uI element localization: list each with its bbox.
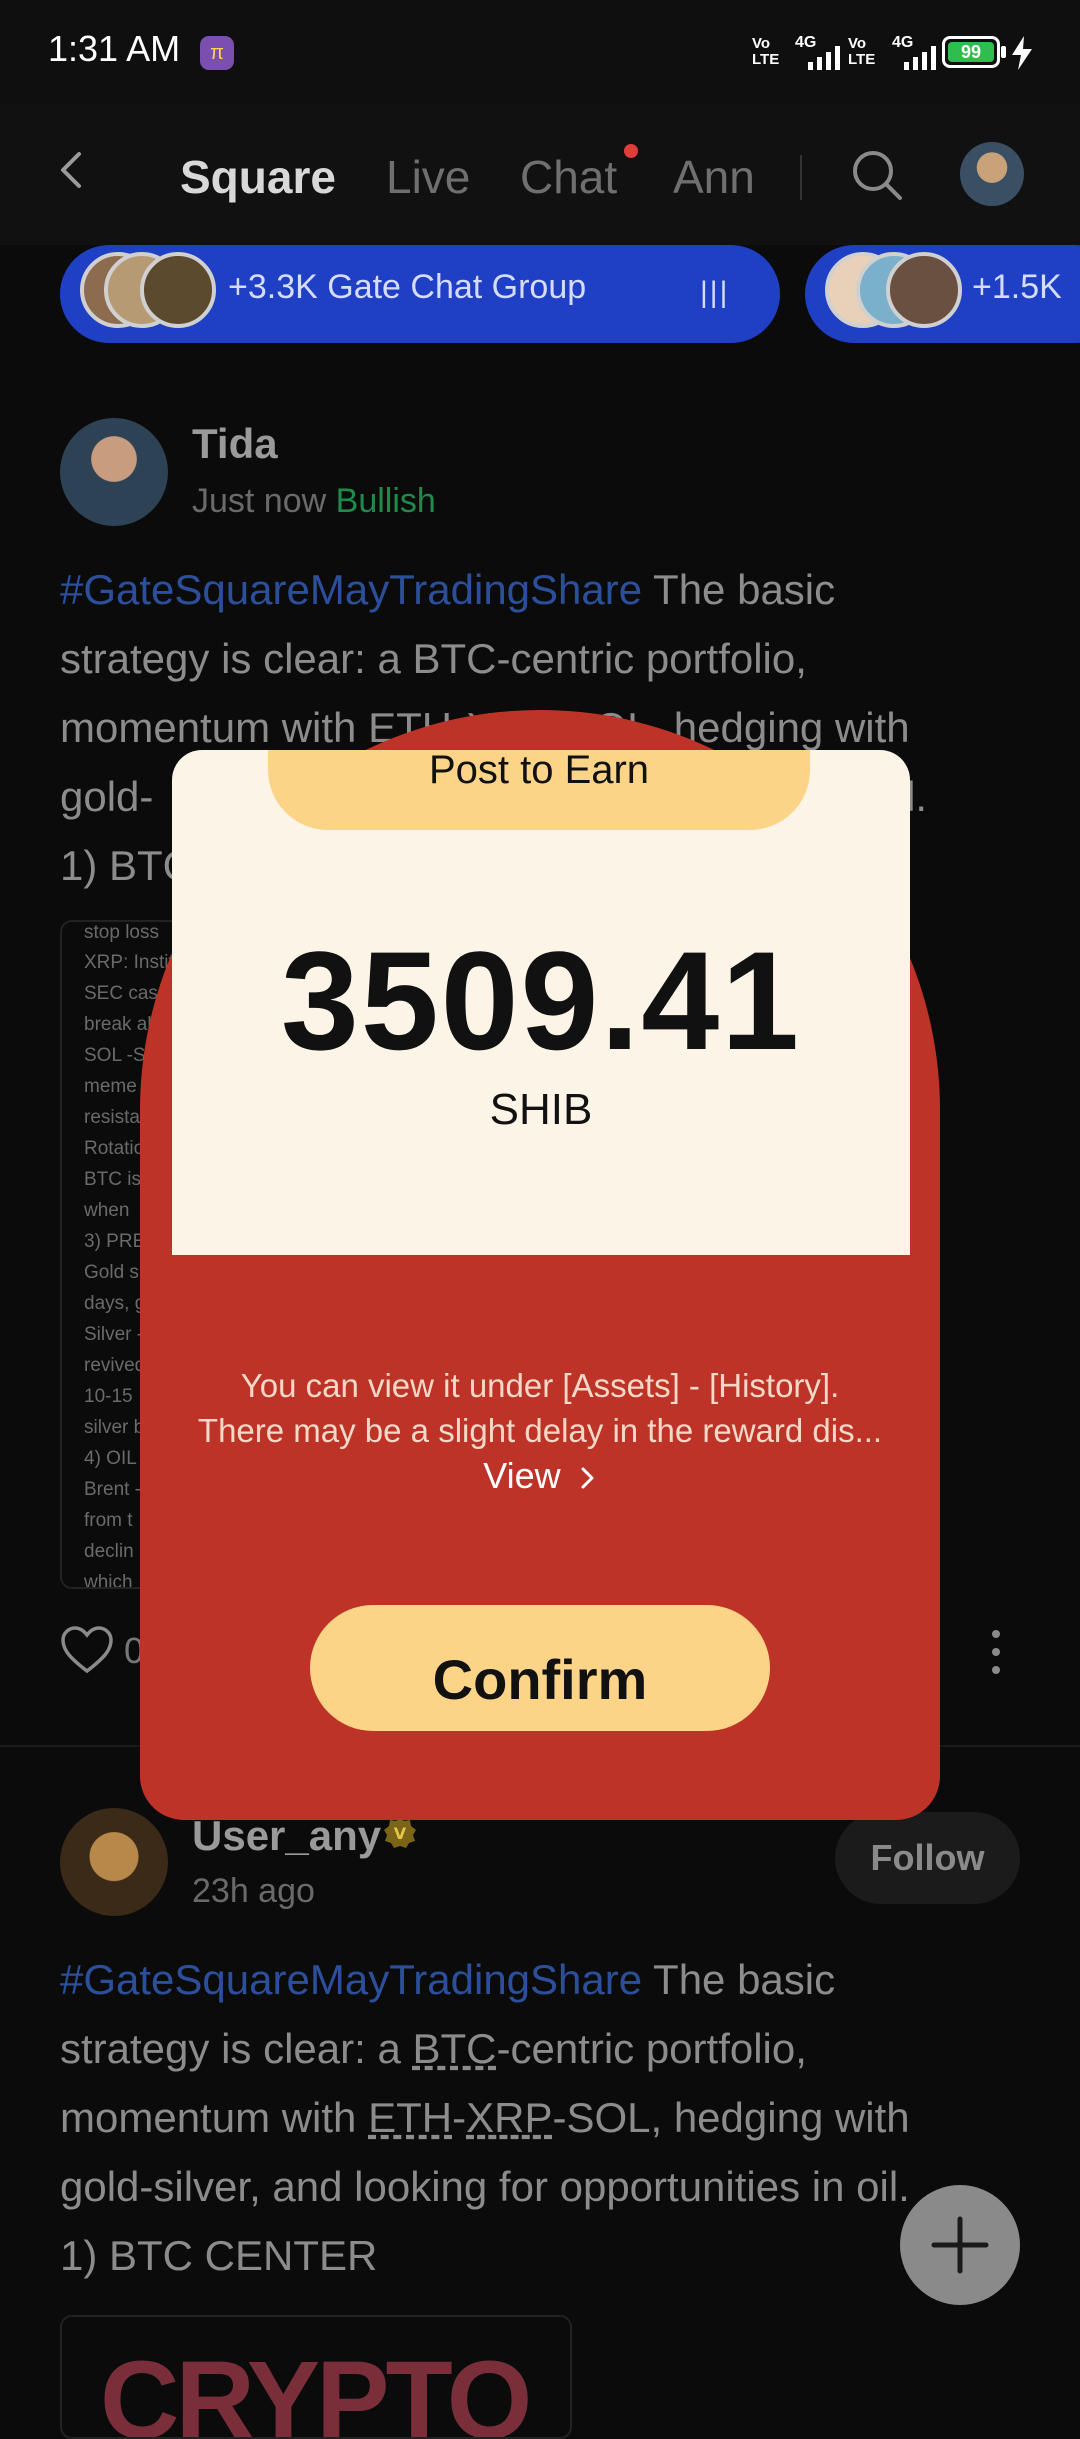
- reward-info-line-1: You can view it under [Assets] - [Histor…: [240, 1367, 840, 1404]
- reward-amount: 3509.41: [280, 922, 802, 1079]
- reward-info-line-2: There may be a slight delay in the rewar…: [197, 1412, 883, 1449]
- reward-card-curve: [172, 1140, 910, 1250]
- reward-currency: SHIB: [489, 1085, 593, 1134]
- view-link-label: View: [483, 1455, 561, 1496]
- chevron-right-icon: [581, 1467, 594, 1489]
- view-link[interactable]: View: [160, 1455, 920, 1497]
- confirm-button[interactable]: Confirm: [310, 1605, 770, 1731]
- modal-title: Post to Earn: [428, 748, 650, 792]
